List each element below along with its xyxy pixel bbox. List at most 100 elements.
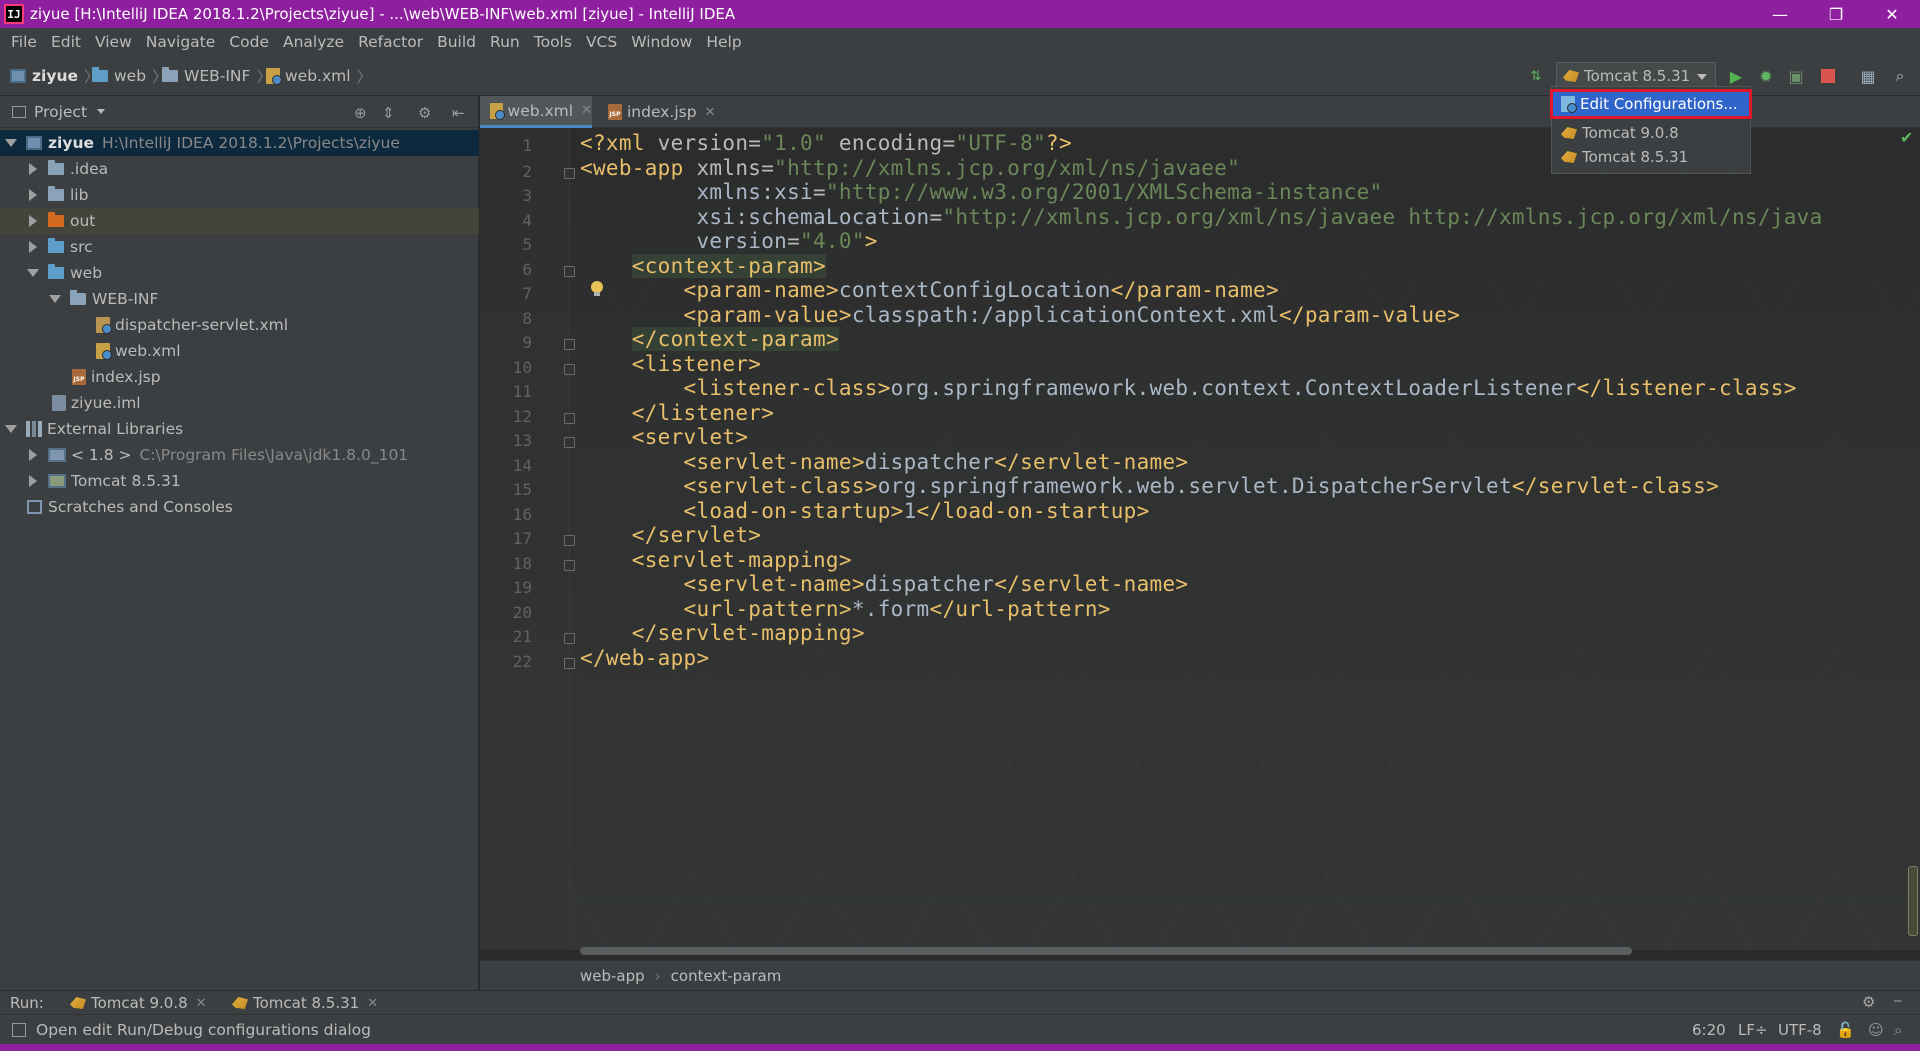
expand-arrow-icon[interactable] xyxy=(29,449,37,461)
tool-windows-toggle-icon[interactable] xyxy=(12,1022,26,1037)
fold-marker-icon[interactable] xyxy=(564,266,575,277)
fold-marker-icon[interactable] xyxy=(564,168,575,179)
close-tab-icon[interactable]: ✕ xyxy=(705,105,716,120)
close-tab-icon[interactable]: ✕ xyxy=(581,103,592,118)
collapse-all-icon[interactable]: ⇕ xyxy=(382,104,395,122)
edit-configurations-item[interactable]: Edit Configurations... xyxy=(1550,89,1752,119)
chevron-down-icon[interactable] xyxy=(97,109,106,114)
tree-item-jdk[interactable]: < 1.8 > C:\Program Files\Java\jdk1.8.0_1… xyxy=(0,442,479,468)
fold-marker-icon[interactable] xyxy=(564,658,575,669)
run-tab-tomcat-8[interactable]: Tomcat 8.5.31 ✕ xyxy=(232,991,378,1015)
fold-marker-icon[interactable] xyxy=(564,339,575,350)
run-with-coverage-icon[interactable]: ▣ xyxy=(1786,66,1806,86)
folder-icon xyxy=(162,67,178,82)
expand-arrow-icon[interactable] xyxy=(5,425,17,433)
locate-file-icon[interactable]: ⊕ xyxy=(354,104,367,122)
nav-crumb-web-xml[interactable]: web.xml 〉 xyxy=(266,56,372,96)
menu-navigate[interactable]: Navigate xyxy=(139,33,223,51)
line-number: 18 xyxy=(512,554,532,573)
debug-icon[interactable]: ✹ xyxy=(1756,66,1776,86)
tree-item-src[interactable]: src xyxy=(0,234,479,260)
tree-item-ziyue-iml[interactable]: ziyue.iml xyxy=(0,390,479,416)
fold-marker-icon[interactable] xyxy=(564,413,575,424)
tree-item-out[interactable]: out xyxy=(0,208,479,234)
menu-code[interactable]: Code xyxy=(222,33,276,51)
tree-item-web-xml[interactable]: web.xml xyxy=(0,338,479,364)
restore-button[interactable]: ❐ xyxy=(1808,0,1864,28)
expand-arrow-icon[interactable] xyxy=(29,163,37,175)
event-log-icon[interactable]: ⌕ xyxy=(1894,1021,1902,1039)
nav-crumb-ziyue[interactable]: ziyue〉 xyxy=(10,56,100,96)
fold-marker-icon[interactable] xyxy=(564,437,575,448)
jsp-file-icon: JSP xyxy=(72,369,86,385)
tomcat-8-config-item[interactable]: Tomcat 8.5.31 xyxy=(1552,145,1750,169)
tree-item-index-jsp[interactable]: JSP index.jsp xyxy=(0,364,479,390)
run-icon[interactable]: ▶ xyxy=(1726,66,1746,86)
code-editor[interactable]: 1 2 3 4 5 6 7 8 9 10 11 12 13 14 15 16 1… xyxy=(480,128,1920,950)
expand-arrow-icon[interactable] xyxy=(49,295,61,303)
expand-arrow-icon[interactable] xyxy=(29,189,37,201)
tree-item-web-inf[interactable]: WEB-INF xyxy=(0,286,479,312)
menu-view[interactable]: View xyxy=(88,33,139,51)
menu-analyze[interactable]: Analyze xyxy=(276,33,351,51)
tomcat-9-config-item[interactable]: Tomcat 9.0.8 xyxy=(1552,121,1750,145)
caret-position[interactable]: 6:20 xyxy=(1692,1021,1726,1039)
build-project-icon[interactable]: ⇅ xyxy=(1526,66,1546,86)
hide-panel-icon[interactable]: ⇤ xyxy=(452,104,465,122)
expand-arrow-icon[interactable] xyxy=(29,241,37,253)
project-view-selector[interactable]: Project xyxy=(34,103,87,121)
tab-index-jsp[interactable]: JSP index.jsp ✕ xyxy=(598,96,718,128)
gear-icon[interactable]: ⚙ xyxy=(1862,993,1875,1011)
tree-item-lib[interactable]: lib xyxy=(0,182,479,208)
vertical-scrollbar-marker[interactable] xyxy=(1908,866,1918,936)
menu-help[interactable]: Help xyxy=(699,33,748,51)
tree-item-scratches[interactable]: Scratches and Consoles xyxy=(0,494,479,520)
search-everywhere-icon[interactable]: ⌕ xyxy=(1890,66,1910,86)
horizontal-scrollbar[interactable] xyxy=(580,947,1632,955)
close-tab-icon[interactable]: ✕ xyxy=(367,996,378,1011)
web-folder-icon xyxy=(92,67,108,82)
gear-icon[interactable]: ⚙ xyxy=(418,104,431,122)
fold-marker-icon[interactable] xyxy=(564,535,575,546)
expand-arrow-icon[interactable] xyxy=(27,269,39,277)
fold-marker-icon[interactable] xyxy=(564,364,575,375)
close-tab-icon[interactable]: ✕ xyxy=(196,996,207,1011)
code-line: <servlet-name>dispatcher</servlet-name> xyxy=(683,572,1189,596)
file-encoding[interactable]: UTF-8 xyxy=(1778,1021,1822,1039)
expand-arrow-icon[interactable] xyxy=(5,139,17,147)
nav-crumb-web[interactable]: web 〉 xyxy=(92,56,168,96)
menu-build[interactable]: Build xyxy=(430,33,483,51)
minimize-panel-icon[interactable]: ⎯ xyxy=(1894,991,1902,1009)
expand-arrow-icon[interactable] xyxy=(29,215,37,227)
project-structure-icon[interactable]: ▦ xyxy=(1858,66,1878,86)
tree-item-web[interactable]: web xyxy=(0,260,479,286)
tab-web-xml[interactable]: web.xml ✕ xyxy=(480,96,592,128)
menu-edit[interactable]: Edit xyxy=(44,33,88,51)
hector-icon[interactable]: ☺ xyxy=(1868,1021,1884,1039)
tree-item-idea[interactable]: .idea xyxy=(0,156,479,182)
menu-refactor[interactable]: Refactor xyxy=(351,33,430,51)
close-window-button[interactable]: ✕ xyxy=(1864,0,1920,28)
fold-marker-icon[interactable] xyxy=(564,633,575,644)
menu-tools[interactable]: Tools xyxy=(527,33,579,51)
expand-arrow-icon[interactable] xyxy=(29,475,37,487)
tree-item-tomcat-library[interactable]: Tomcat 8.5.31 xyxy=(0,468,479,494)
run-tab-tomcat-9[interactable]: Tomcat 9.0.8 ✕ xyxy=(70,991,207,1015)
minimize-button[interactable]: — xyxy=(1752,0,1808,28)
nav-crumb-web-inf[interactable]: WEB-INF 〉 xyxy=(162,56,272,96)
breadcrumb-web-app[interactable]: web-app xyxy=(580,967,645,985)
lock-icon[interactable]: 🔓 xyxy=(1836,1021,1855,1039)
menu-run[interactable]: Run xyxy=(483,33,527,51)
menu-file[interactable]: File xyxy=(4,33,44,51)
code-line: <servlet-class>org.springframework.web.s… xyxy=(683,474,1720,498)
menu-window[interactable]: Window xyxy=(624,33,699,51)
line-separator[interactable]: LF÷ xyxy=(1738,1021,1768,1039)
breadcrumb-context-param[interactable]: context-param xyxy=(671,967,782,985)
tree-item-dispatcher-servlet-xml[interactable]: dispatcher-servlet.xml xyxy=(0,312,479,338)
tree-item-external-libraries[interactable]: External Libraries xyxy=(0,416,479,442)
fold-marker-icon[interactable] xyxy=(564,560,575,571)
tree-item-ziyue[interactable]: ziyue H:\IntelliJ IDEA 2018.1.2\Projects… xyxy=(0,130,479,156)
menu-vcs[interactable]: VCS xyxy=(579,33,624,51)
status-message: Open edit Run/Debug configurations dialo… xyxy=(36,1020,371,1039)
stop-icon[interactable] xyxy=(1818,66,1838,86)
